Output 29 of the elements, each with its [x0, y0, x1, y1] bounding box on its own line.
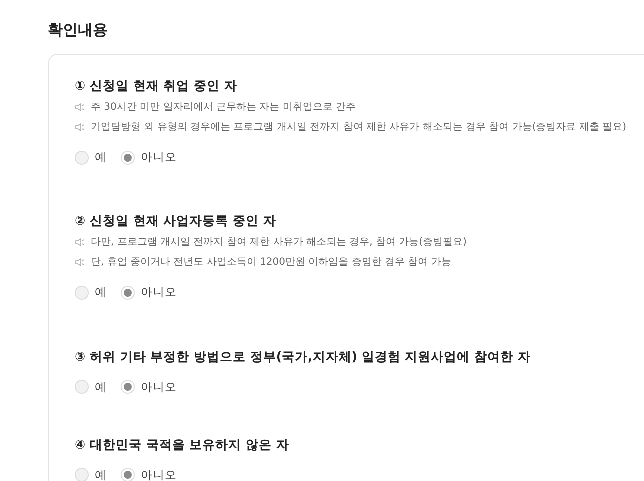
option-label: 예: [95, 466, 107, 481]
speaker-icon: [75, 103, 85, 112]
option-label: 아니오: [141, 149, 177, 166]
speaker-icon: [75, 238, 85, 248]
option-label: 예: [95, 378, 107, 396]
option-label: 아니오: [141, 284, 177, 302]
option-label: 아니오: [141, 466, 177, 481]
speaker-icon: [75, 123, 85, 132]
note-text: 기업탐방형 외 유형의 경우에는 프로그램 개시일 전까지 참여 제한 사유가 해소되는 경우 참여 가능(증빙자료 제출 필요): [91, 121, 626, 135]
option-label: 아니오: [141, 378, 177, 396]
option-label: 예: [95, 284, 107, 302]
radio-button[interactable]: [121, 286, 135, 300]
section-heading: 확인내용: [48, 20, 109, 40]
radio-button[interactable]: [75, 468, 89, 481]
radio-button[interactable]: [75, 150, 89, 165]
radio-button[interactable]: [75, 286, 89, 300]
question-title: ① 신청일 현재 취업 중인 자: [75, 77, 238, 95]
note-text: 다만, 프로그램 개시일 전까지 참여 제한 사유가 해소되는 경우, 참여 가능(증빙필요): [91, 236, 467, 250]
radio-button[interactable]: [75, 380, 89, 394]
note-text: 단, 휴업 중이거나 전년도 사업소득이 1200만원 이하임을 증명한 경우 참여 가능: [91, 256, 452, 270]
speaker-icon: [75, 258, 85, 268]
question-title: ④ 대한민국 국적을 보유하지 않은 자: [75, 436, 290, 454]
radio-button[interactable]: [121, 380, 135, 394]
note-text: 주 30시간 미만 일자리에서 근무하는 자는 미취업으로 간주: [91, 101, 356, 115]
radio-button[interactable]: [121, 468, 135, 481]
question-title: ② 신청일 현재 사업자등록 중인 자: [75, 212, 278, 230]
option-label: 예: [95, 149, 107, 166]
radio-button[interactable]: [121, 150, 135, 165]
question-title: ③ 허위 기타 부정한 방법으로 정부(국가,지자체) 일경험 지원사업에 참여한 자: [75, 348, 532, 366]
